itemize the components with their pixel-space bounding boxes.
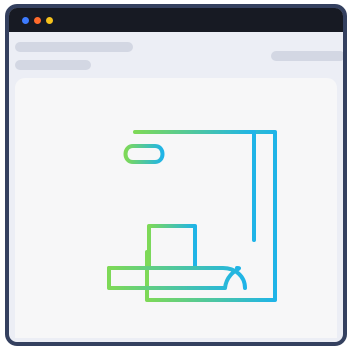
toolbar	[9, 32, 343, 78]
paper-clip-icon	[123, 144, 165, 164]
document-scroll-icon	[107, 130, 277, 302]
stamp-box	[147, 224, 197, 270]
browser-window	[5, 4, 347, 346]
minimize-dot[interactable]	[34, 17, 41, 24]
title-bar	[9, 8, 343, 32]
close-dot[interactable]	[22, 17, 29, 24]
skeleton-line	[15, 42, 133, 52]
content-panel	[15, 78, 337, 338]
skeleton-line	[15, 60, 91, 70]
maximize-dot[interactable]	[46, 17, 53, 24]
skeleton-line	[271, 51, 343, 61]
scroll-base	[107, 266, 241, 290]
